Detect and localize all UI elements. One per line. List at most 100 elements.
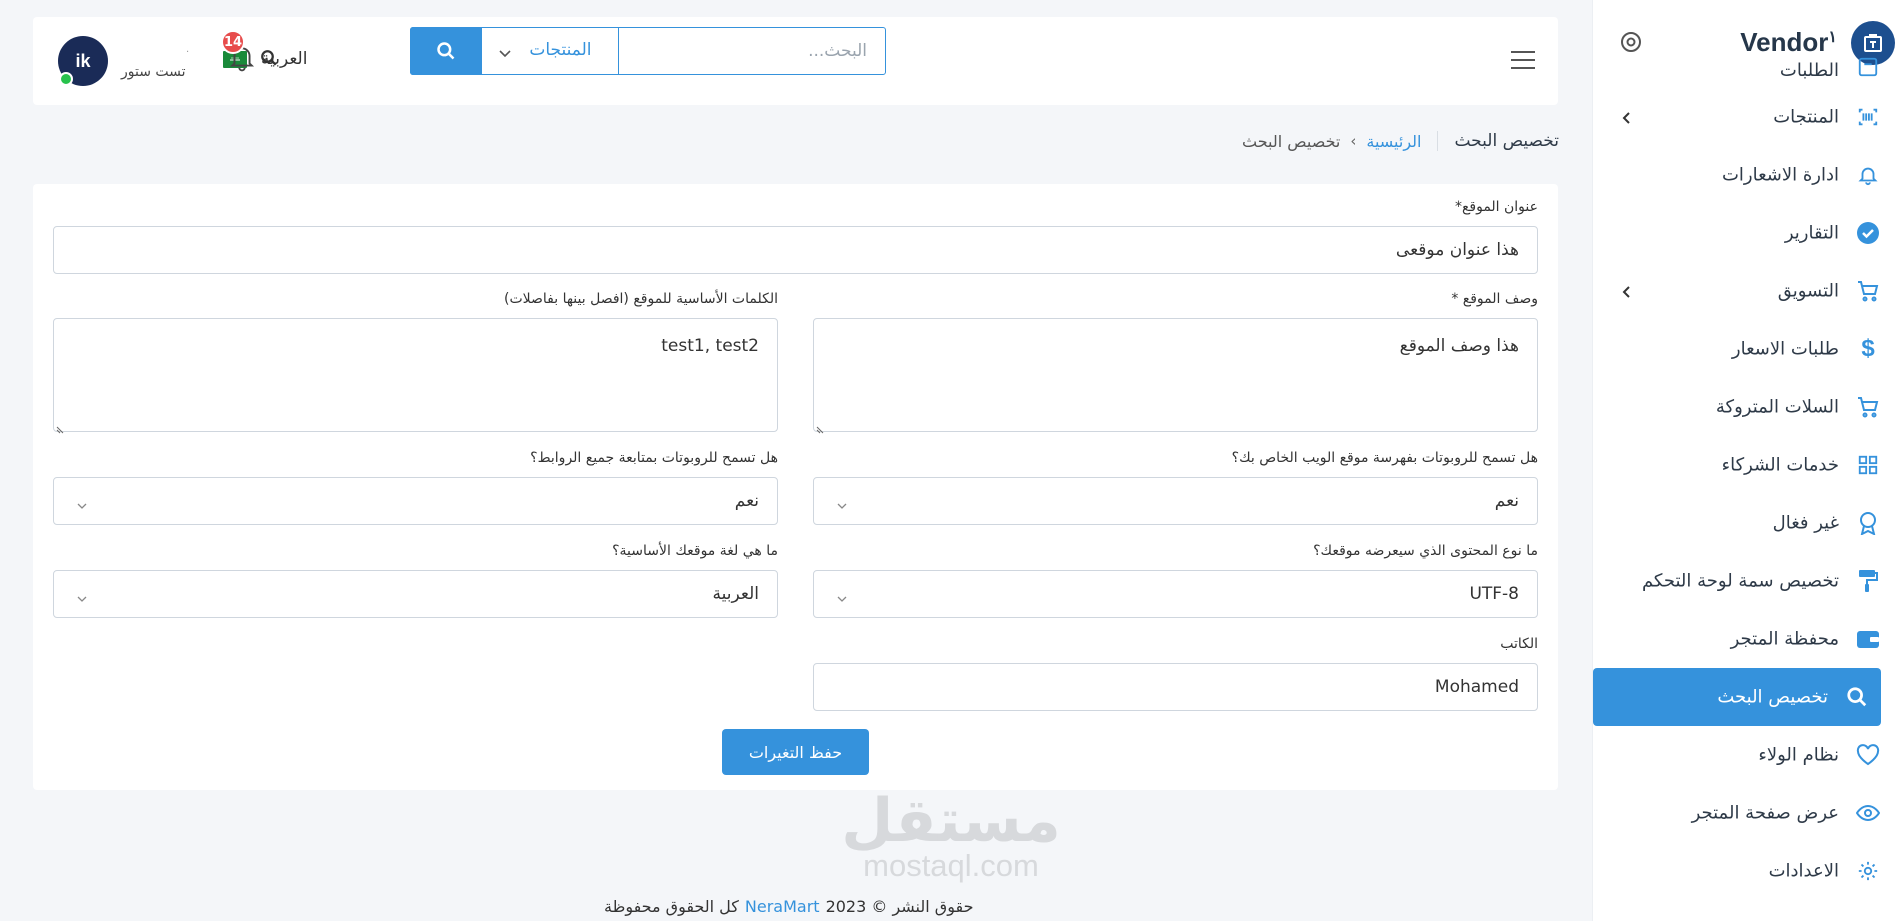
barcode-icon xyxy=(1855,104,1881,130)
search-button[interactable] xyxy=(410,27,482,75)
content-type-select[interactable]: UTF-8 xyxy=(813,570,1538,618)
chevron-down-icon xyxy=(498,45,512,59)
gear-icon xyxy=(1855,858,1881,884)
eye-icon xyxy=(1855,800,1881,826)
orders-icon xyxy=(1855,54,1881,80)
sidebar-item-notifications[interactable]: ادارة الاشعارات xyxy=(1592,146,1903,204)
sidebar-item-dashboard-theme[interactable]: تخصيص سمة لوحة التحكم xyxy=(1592,552,1903,610)
site-language-value: العربية xyxy=(712,584,759,604)
sidebar-item-abandoned-carts[interactable]: السلات المتروكة xyxy=(1592,378,1903,436)
brand-mark: ۱ xyxy=(1828,29,1837,46)
header-search: المنتجات xyxy=(410,27,886,75)
search-icon[interactable] xyxy=(260,49,278,67)
sidebar-item-label: السلات المتروكة xyxy=(1715,396,1839,418)
sidebar-toggle-icon[interactable] xyxy=(1619,30,1643,54)
notifications-button[interactable]: 14 xyxy=(221,30,255,74)
author-input[interactable]: Mohamed xyxy=(813,663,1538,711)
sidebar-item-label: غير فغال xyxy=(1772,512,1839,534)
brand-text: Vendor xyxy=(1740,27,1829,57)
sidebar-item-orders[interactable]: الطلبات xyxy=(1592,54,1903,88)
site-description-value: هذا وصف الموقع xyxy=(1399,336,1519,356)
sidebar-item-label: التقارير xyxy=(1784,222,1839,244)
sidebar-item-price-requests[interactable]: $ طلبات الاسعار xyxy=(1592,320,1903,378)
seo-settings-form: عنوان الموقع* هذا عنوان موقعى وصف الموقع… xyxy=(33,184,1558,790)
resize-handle-icon[interactable] xyxy=(56,419,66,434)
wallet-icon xyxy=(1855,626,1881,652)
sidebar: Vendor۱ الطلبات المنتجات ادارة الاشعارات… xyxy=(1592,0,1903,921)
sidebar-item-store-wallet[interactable]: محفظة المتجر xyxy=(1592,610,1903,668)
sidebar-item-label: تخصيص سمة لوحة التحكم xyxy=(1641,570,1839,592)
sidebar-item-search-customization[interactable]: تخصيص البحث xyxy=(1593,668,1881,726)
menu-icon[interactable] xyxy=(1510,50,1536,70)
check-circle-icon xyxy=(1855,220,1881,246)
sidebar-item-view-store[interactable]: عرض صفحة المتجر xyxy=(1592,784,1903,842)
chevron-down-icon xyxy=(836,590,848,602)
robots-index-select[interactable]: نعم xyxy=(813,477,1538,525)
chevron-left-icon xyxy=(1620,110,1634,124)
breadcrumb-separator: › xyxy=(1350,132,1357,150)
keywords-value: test1, test2 xyxy=(661,336,759,356)
site-language-label: ما هي لغة موقعك الأساسية؟ xyxy=(612,543,778,559)
keywords-textarea[interactable]: test1, test2 xyxy=(53,318,778,434)
site-description-textarea[interactable]: هذا وصف الموقع xyxy=(813,318,1538,434)
site-title-label: عنوان الموقع* xyxy=(1454,199,1538,215)
breadcrumb: الرئيسية › تخصيص البحث xyxy=(1242,132,1437,151)
author-label: الكاتب xyxy=(1500,636,1538,652)
grid-icon xyxy=(1855,452,1881,478)
sidebar-item-products[interactable]: المنتجات xyxy=(1592,88,1903,146)
sidebar-item-label: الاعدادات xyxy=(1768,860,1839,882)
sidebar-item-marketing[interactable]: التسويق xyxy=(1592,262,1903,320)
heart-icon xyxy=(1855,742,1881,768)
notification-count-badge: 14 xyxy=(221,30,245,54)
sidebar-item-label: محفظة المتجر xyxy=(1730,628,1839,650)
chevron-down-icon xyxy=(76,497,88,509)
page-header: تخصيص البحث الرئيسية › تخصيص البحث xyxy=(1242,126,1559,156)
robots-follow-label: هل تسمح للروبوتات بمتابعة جميع الروابط؟ xyxy=(530,450,778,466)
sidebar-item-loyalty[interactable]: نظام الولاء xyxy=(1592,726,1903,784)
footer-brand-link[interactable]: NeraMart xyxy=(745,897,820,916)
author-value: Mohamed xyxy=(1434,677,1519,697)
robots-index-label: هل تسمح للروبوتات بفهرسة موقع الويب الخا… xyxy=(1231,450,1538,466)
site-description-label: وصف الموقع * xyxy=(1451,291,1538,307)
content-type-value: UTF-8 xyxy=(1469,584,1519,604)
breadcrumb-current: تخصيص البحث xyxy=(1242,131,1341,151)
site-title-input[interactable]: هذا عنوان موقعى xyxy=(53,226,1538,274)
chevron-down-icon xyxy=(76,590,88,602)
dollar-icon: $ xyxy=(1861,335,1875,362)
search-scope-value: المنتجات xyxy=(529,40,592,60)
award-icon xyxy=(1855,510,1881,536)
chevron-down-icon xyxy=(836,497,848,509)
breadcrumb-home-link[interactable]: الرئيسية xyxy=(1366,132,1421,151)
watermark: مستقل mostaql.com xyxy=(836,790,1066,881)
keywords-label: الكلمات الأساسية للموقع (افصل بينها بفاص… xyxy=(504,291,778,307)
sidebar-item-reports[interactable]: التقارير xyxy=(1592,204,1903,262)
sidebar-item-label: ادارة الاشعارات xyxy=(1721,164,1839,186)
sidebar-item-label: المنتجات xyxy=(1773,106,1839,128)
sidebar-item-label: خدمات الشركاء xyxy=(1721,454,1839,476)
robots-follow-select[interactable]: نعم xyxy=(53,477,778,525)
save-changes-button[interactable]: حفظ التغيرات xyxy=(722,729,869,775)
sidebar-item-label: تخصيص البحث xyxy=(1717,686,1828,708)
store-name[interactable]: تست ستور xyxy=(121,64,186,80)
online-status-indicator xyxy=(59,72,73,86)
search-input[interactable] xyxy=(618,28,885,74)
chevron-left-icon xyxy=(1620,284,1634,298)
site-title-value: هذا عنوان موقعى xyxy=(1395,240,1519,260)
resize-handle-icon[interactable] xyxy=(816,419,826,434)
sidebar-nav: الطلبات المنتجات ادارة الاشعارات التقاري… xyxy=(1592,54,1903,900)
sidebar-item-settings[interactable]: الاعدادات xyxy=(1592,842,1903,900)
sidebar-item-inactive[interactable]: غير فغال xyxy=(1592,494,1903,552)
sidebar-item-partner-services[interactable]: خدمات الشركاء xyxy=(1592,436,1903,494)
page-footer: حقوق النشر © 2023 NeraMart كل الحقوق محف… xyxy=(604,897,973,916)
sidebar-item-label: نظام الولاء xyxy=(1758,744,1839,766)
bell-icon xyxy=(1855,162,1881,188)
cart-icon xyxy=(1855,394,1881,420)
store-subtitle: · xyxy=(186,47,190,58)
footer-copyright: حقوق النشر © 2023 xyxy=(825,897,974,916)
cart-icon xyxy=(1855,278,1881,304)
content-type-label: ما نوع المحتوى الذي سيعرضه موقعك؟ xyxy=(1313,543,1538,559)
site-language-select[interactable]: العربية xyxy=(53,570,778,618)
sidebar-item-label: التسويق xyxy=(1777,280,1839,302)
avatar-text: ik xyxy=(75,50,91,71)
search-scope-select[interactable]: المنتجات xyxy=(482,28,619,74)
